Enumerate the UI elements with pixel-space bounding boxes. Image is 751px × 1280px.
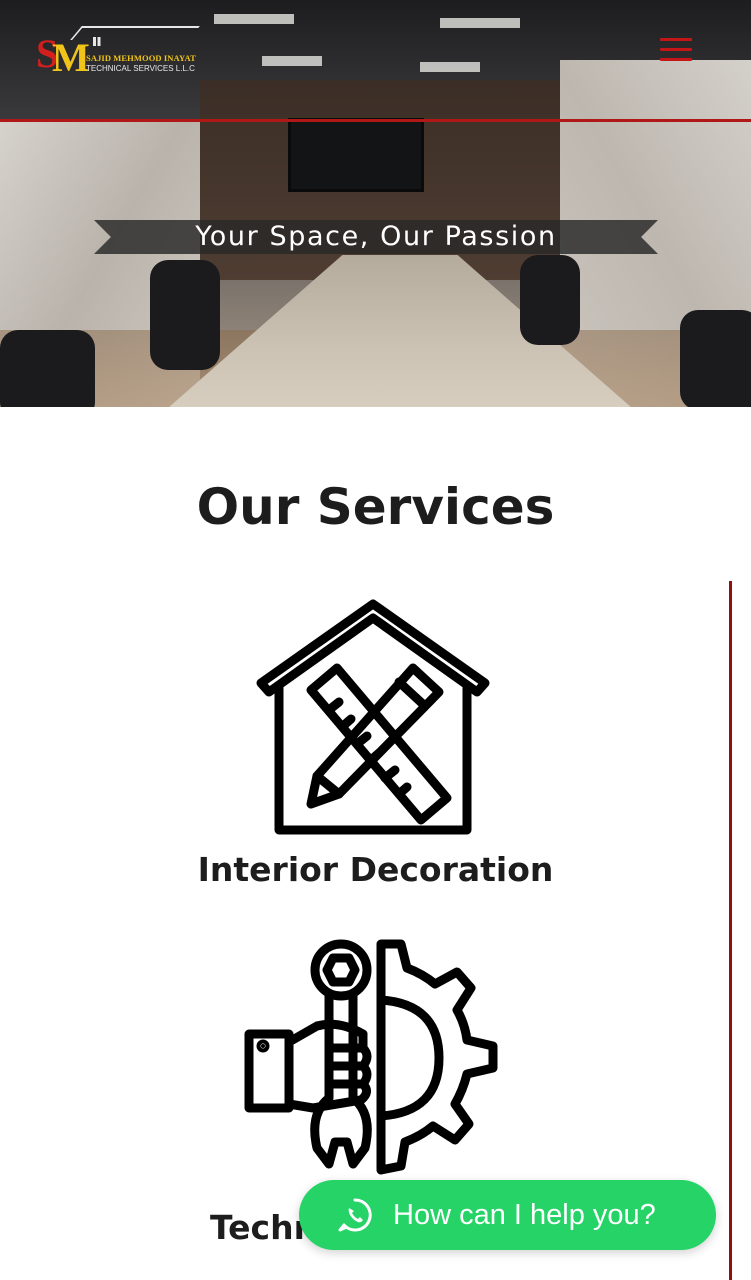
whatsapp-icon	[338, 1198, 372, 1232]
logo-monogram-m: M	[52, 35, 90, 80]
ceiling-light	[214, 14, 294, 24]
hero-banner: S M SAJID MEHMOOD INAYAT TECHNICAL SERVI…	[0, 0, 751, 407]
header-divider	[0, 119, 751, 122]
logo-company-subtitle: TECHNICAL SERVICES L.L.C	[86, 64, 195, 73]
menu-bar	[660, 48, 692, 51]
hand-wrench-gear-icon[interactable]	[243, 938, 505, 1180]
hero-tv	[288, 118, 424, 192]
menu-bar	[660, 38, 692, 41]
whatsapp-chat-button[interactable]: How can I help you?	[299, 1180, 716, 1250]
side-accent-line	[729, 581, 732, 1280]
ceiling-light	[420, 62, 480, 72]
service-label-interior-decoration: Interior Decoration	[197, 850, 554, 889]
company-logo[interactable]: S M SAJID MEHMOOD INAYAT TECHNICAL SERVI…	[36, 26, 200, 80]
hero-tagline: Your Space, Our Passion	[195, 221, 557, 252]
hero-chair	[0, 330, 95, 407]
logo-company-name: SAJID MEHMOOD INAYAT	[86, 53, 196, 63]
house-ruler-pencil-icon[interactable]	[253, 598, 493, 838]
hamburger-menu-icon[interactable]	[660, 38, 694, 66]
menu-bar	[660, 58, 692, 61]
hero-chair	[520, 255, 580, 345]
hero-chair	[680, 310, 751, 407]
ceiling-light	[262, 56, 322, 66]
logo-window-icon	[93, 37, 102, 46]
ceiling-light	[440, 18, 520, 28]
hero-chair	[150, 260, 220, 370]
whatsapp-chat-label: How can I help you?	[393, 1199, 656, 1231]
services-heading: Our Services	[196, 478, 555, 536]
